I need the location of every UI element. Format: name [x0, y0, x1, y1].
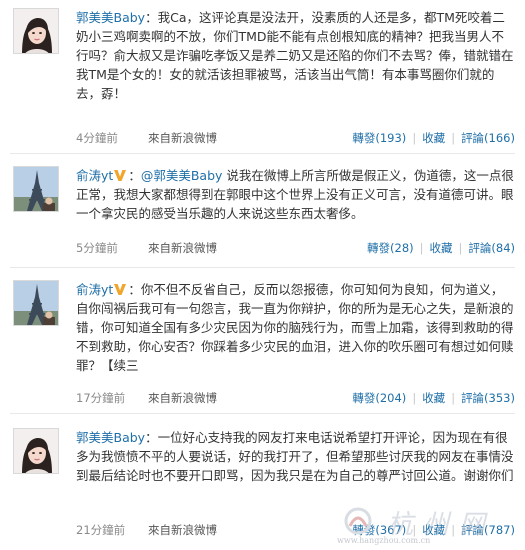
favorite-link[interactable]: 收藏	[430, 241, 453, 255]
mention-link[interactable]: @郭美美Baby	[141, 168, 223, 183]
weibo-post: 俞涛yt ：@郭美美Baby 说我在微博上所言所做是假正义，伪道德，这一点很正常，…	[0, 166, 525, 261]
comment-link[interactable]: 評論(166)	[461, 131, 515, 145]
author-link[interactable]: 郭美美Baby	[76, 10, 145, 25]
avatar-female-portrait-icon	[14, 9, 59, 54]
divider	[10, 267, 515, 268]
source-link[interactable]: 來自新浪微博	[148, 240, 217, 256]
avatar[interactable]	[13, 166, 59, 212]
post-text: 郭美美Baby：我Ca，这评论真是没法开，没素质的人还是多，都TM死咬着二奶小三…	[76, 8, 515, 103]
colon: ：	[128, 282, 141, 297]
post-actions: 轉發(204) | 收藏 | 評論(353)	[352, 391, 515, 405]
timestamp-link[interactable]: 5分鐘前	[76, 240, 118, 256]
favorite-link[interactable]: 收藏	[422, 131, 445, 145]
weibo-post: 俞涛yt ：你不但不反省自己，反而以怨报德，你可知何为良知，何为道义，自你闯祸后我…	[0, 280, 525, 405]
timestamp-link[interactable]: 4分鐘前	[76, 130, 118, 146]
colon: ：	[145, 10, 158, 25]
author-link[interactable]: 俞涛yt	[76, 282, 113, 297]
avatar-eiffel-tower-icon	[14, 167, 59, 212]
post-text: 俞涛yt ：@郭美美Baby 说我在微博上所言所做是假正义，伪道德，这一点很正常，…	[76, 166, 515, 223]
post-actions: 轉發(28) | 收藏 | 評論(84)	[367, 241, 515, 255]
post-text: 郭美美Baby：一位好心支持我的网友打来电话说希望打开评论，因为现在有很多为我愤…	[76, 428, 515, 485]
verified-badge-icon[interactable]	[114, 170, 126, 181]
timestamp-link[interactable]: 17分鐘前	[76, 390, 125, 406]
post-actions: 轉發(193) | 收藏 | 評論(166)	[352, 131, 515, 145]
avatar[interactable]	[13, 280, 59, 326]
weibo-post: 郭美美Baby：我Ca，这评论真是没法开，没素质的人还是多，都TM死咬着二奶小三…	[0, 8, 525, 148]
favorite-link[interactable]: 收藏	[422, 523, 445, 537]
timestamp-link[interactable]: 21分鐘前	[76, 522, 125, 538]
source-link[interactable]: 來自新浪微博	[148, 130, 217, 146]
colon: ：	[128, 168, 141, 183]
weibo-post: 郭美美Baby：一位好心支持我的网友打来电话说希望打开评论，因为现在有很多为我愤…	[0, 428, 525, 543]
repost-link[interactable]: 轉發(28)	[367, 241, 414, 255]
post-actions: 轉發(367) | 收藏 | 評論(787)	[352, 523, 515, 537]
divider	[10, 153, 515, 154]
colon: ：	[145, 430, 158, 445]
post-content: 你不但不反省自己，反而以怨报德，你可知何为良知，何为道义，自你闯祸后我可有一句怨…	[76, 282, 514, 373]
source-link[interactable]: 來自新浪微博	[148, 522, 217, 538]
avatar[interactable]	[13, 8, 59, 54]
source-link[interactable]: 來自新浪微博	[148, 390, 217, 406]
repost-link[interactable]: 轉發(204)	[352, 391, 406, 405]
repost-link[interactable]: 轉發(193)	[352, 131, 406, 145]
comment-link[interactable]: 評論(84)	[468, 241, 515, 255]
divider	[10, 413, 515, 414]
comment-link[interactable]: 評論(787)	[461, 523, 515, 537]
verified-badge-icon[interactable]	[114, 284, 126, 295]
avatar-female-portrait-icon	[14, 429, 59, 474]
comment-link[interactable]: 評論(353)	[461, 391, 515, 405]
repost-link[interactable]: 轉發(367)	[352, 523, 406, 537]
post-text: 俞涛yt ：你不但不反省自己，反而以怨报德，你可知何为良知，何为道义，自你闯祸后我…	[76, 280, 515, 375]
avatar-eiffel-tower-icon	[14, 281, 59, 326]
favorite-link[interactable]: 收藏	[422, 391, 445, 405]
avatar[interactable]	[13, 428, 59, 474]
author-link[interactable]: 俞涛yt	[76, 168, 113, 183]
author-link[interactable]: 郭美美Baby	[76, 430, 145, 445]
